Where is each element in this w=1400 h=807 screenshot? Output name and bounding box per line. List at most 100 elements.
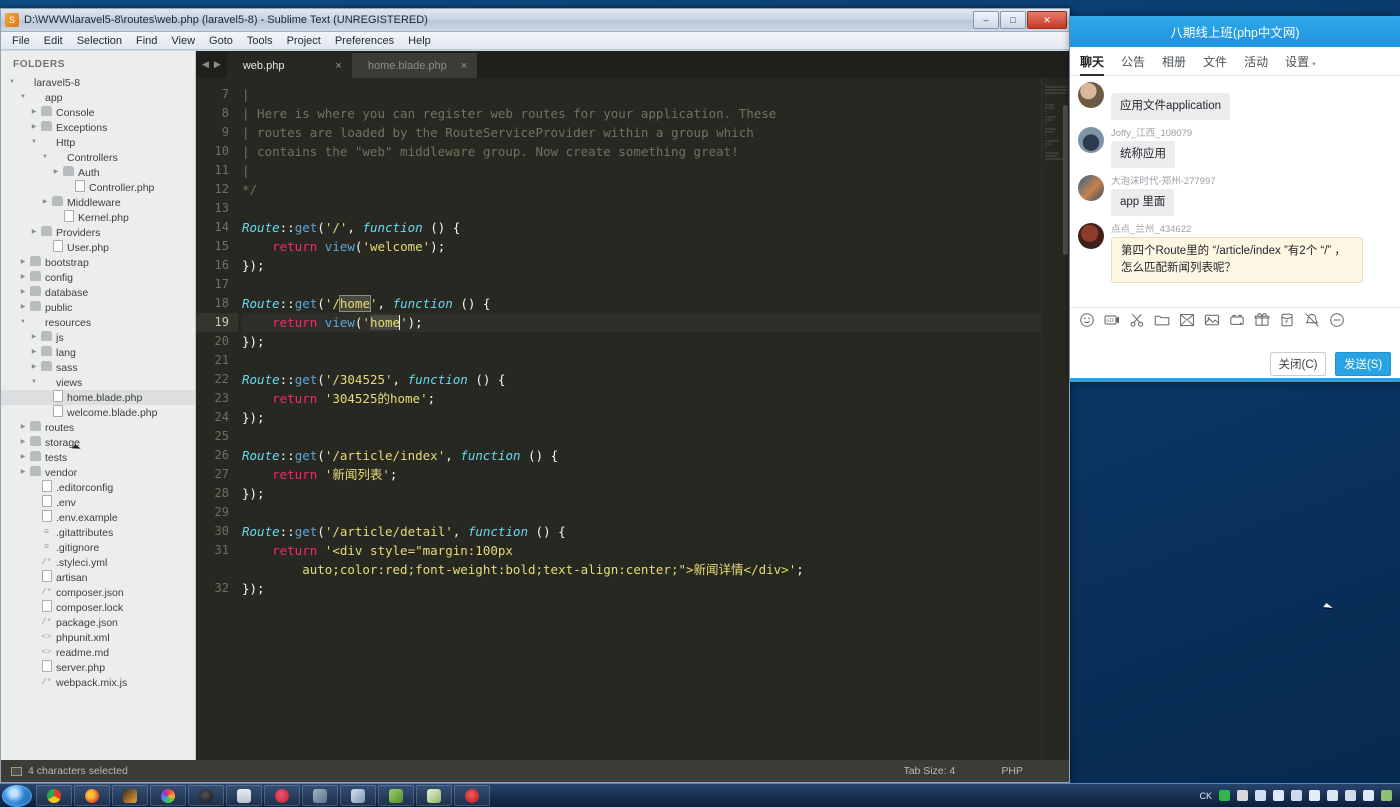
- more-icon[interactable]: [1329, 312, 1345, 328]
- tray-moon-icon[interactable]: [1255, 790, 1266, 801]
- tree-item-server-php[interactable]: server.php: [1, 660, 195, 675]
- tree-item-controller-php[interactable]: Controller.php: [1, 180, 195, 195]
- code-line[interactable]: [242, 351, 1041, 370]
- chevron-right-icon[interactable]: [51, 165, 61, 180]
- menu-item-preferences[interactable]: Preferences: [328, 34, 401, 48]
- tree-item--env[interactable]: .env: [1, 495, 195, 510]
- chevron-down-icon[interactable]: [29, 135, 39, 150]
- code-line[interactable]: [242, 199, 1041, 218]
- tab-close-icon[interactable]: ×: [461, 60, 467, 72]
- status-syntax[interactable]: PHP: [1001, 765, 1023, 777]
- tab-prev-icon[interactable]: ◀: [202, 59, 209, 70]
- code-line[interactable]: });: [242, 256, 1041, 275]
- tree-item-user-php[interactable]: User.php: [1, 240, 195, 255]
- chevron-right-icon[interactable]: [29, 105, 39, 120]
- code-content[interactable]: | | Here is where you can register web ro…: [238, 78, 1041, 760]
- taskbar-qq-icon[interactable]: [340, 785, 376, 806]
- chat-message-list[interactable]: 应用文件applicationJoffy_江西_108079统称应用大泡沫时代-…: [1070, 76, 1400, 306]
- code-line[interactable]: return view('welcome');: [242, 237, 1041, 256]
- minimize-button[interactable]: –: [973, 11, 999, 29]
- system-tray[interactable]: CK: [1199, 790, 1400, 801]
- sidebar-file-tree[interactable]: FOLDERS laravel5-8appConsoleExceptionsHt…: [1, 51, 196, 760]
- close-button[interactable]: ✕: [1027, 11, 1067, 29]
- taskbar-firefox-icon[interactable]: [74, 785, 110, 806]
- code-line[interactable]: [242, 275, 1041, 294]
- taskbar-opera-icon[interactable]: [454, 785, 490, 806]
- start-button[interactable]: [2, 785, 32, 807]
- taskbar-word-icon[interactable]: [302, 785, 338, 806]
- tree-item-resources[interactable]: resources: [1, 315, 195, 330]
- chevron-right-icon[interactable]: [29, 360, 39, 375]
- editor-tab-web-php[interactable]: web.php×: [227, 53, 352, 78]
- code-line[interactable]: Route::get('/304525', function () {: [242, 370, 1041, 389]
- chevron-down-icon[interactable]: ▾: [1312, 61, 1316, 68]
- shake-icon[interactable]: [1229, 312, 1245, 328]
- chevron-down-icon[interactable]: [18, 90, 28, 105]
- tree-item--gitignore[interactable]: ≡.gitignore: [1, 540, 195, 555]
- code-line[interactable]: [242, 427, 1041, 446]
- chevron-right-icon[interactable]: [29, 120, 39, 135]
- taskbar-editor-icon[interactable]: [378, 785, 414, 806]
- editor-scrollbar-thumb[interactable]: [1063, 105, 1068, 255]
- tray-ime-icon[interactable]: [1237, 790, 1248, 801]
- tree-item-http[interactable]: Http: [1, 135, 195, 150]
- chevron-right-icon[interactable]: [18, 465, 28, 480]
- chat-close-button[interactable]: 关闭(C): [1270, 352, 1326, 376]
- chat-tab-5[interactable]: 设置▾: [1285, 47, 1316, 76]
- code-line[interactable]: });: [242, 408, 1041, 427]
- avatar[interactable]: [1078, 127, 1104, 153]
- tab-navigation[interactable]: ◀ ▶: [196, 51, 227, 78]
- chevron-right-icon[interactable]: [29, 345, 39, 360]
- tab-close-icon[interactable]: ×: [335, 60, 341, 72]
- chat-message-bubble[interactable]: app 里面: [1111, 189, 1174, 216]
- tree-item-vendor[interactable]: vendor: [1, 465, 195, 480]
- tree-item-auth[interactable]: Auth: [1, 165, 195, 180]
- code-line[interactable]: Route::get('/article/index', function ()…: [242, 446, 1041, 465]
- scissors-icon[interactable]: [1129, 312, 1145, 328]
- code-line[interactable]: | contains the "web" middleware group. N…: [242, 142, 1041, 161]
- avatar[interactable]: [1078, 82, 1104, 108]
- taskbar-app-list[interactable]: [35, 785, 491, 806]
- tree-item-package-json[interactable]: /*package.json: [1, 615, 195, 630]
- tree-item-webpack-mix-js[interactable]: /*webpack.mix.js: [1, 675, 195, 690]
- tray-screen-icon[interactable]: [1381, 790, 1392, 801]
- code-line[interactable]: | Here is where you can register web rou…: [242, 104, 1041, 123]
- chat-send-button[interactable]: 发送(S): [1335, 352, 1391, 376]
- chevron-right-icon[interactable]: [18, 285, 28, 300]
- status-tab-size[interactable]: Tab Size: 4: [903, 765, 955, 777]
- menu-item-edit[interactable]: Edit: [37, 34, 70, 48]
- tree-item-views[interactable]: views: [1, 375, 195, 390]
- chevron-right-icon[interactable]: [18, 420, 28, 435]
- tray-network-icon[interactable]: [1345, 790, 1356, 801]
- tab-next-icon[interactable]: ▶: [214, 59, 221, 70]
- tree-item-config[interactable]: config: [1, 270, 195, 285]
- tree-item-js[interactable]: js: [1, 330, 195, 345]
- chevron-right-icon[interactable]: [18, 450, 28, 465]
- code-line[interactable]: | routes are loaded by the RouteServiceP…: [242, 123, 1041, 142]
- code-line[interactable]: });: [242, 484, 1041, 503]
- code-line[interactable]: return '新闻列表';: [242, 465, 1041, 484]
- taskbar-doc-icon[interactable]: [226, 785, 262, 806]
- tree-item-exceptions[interactable]: Exceptions: [1, 120, 195, 135]
- chat-message-bubble[interactable]: 统称应用: [1111, 141, 1175, 168]
- tree-item-laravel5-8[interactable]: laravel5-8: [1, 75, 195, 90]
- taskbar-photos-icon[interactable]: [150, 785, 186, 806]
- tree-item-artisan[interactable]: artisan: [1, 570, 195, 585]
- taskbar-black-app-icon[interactable]: [188, 785, 224, 806]
- mute-icon[interactable]: [1304, 312, 1320, 328]
- code-line[interactable]: |: [242, 161, 1041, 180]
- chevron-down-icon[interactable]: [18, 315, 28, 330]
- chat-input-toolbar[interactable]: GIF¥: [1070, 308, 1400, 332]
- tree-item-lang[interactable]: lang: [1, 345, 195, 360]
- avatar[interactable]: [1078, 223, 1104, 249]
- tree-item-database[interactable]: database: [1, 285, 195, 300]
- tray-CK[interactable]: CK: [1199, 791, 1212, 801]
- tray-sogou-icon[interactable]: [1219, 790, 1230, 801]
- tree-item-providers[interactable]: Providers: [1, 225, 195, 240]
- chevron-down-icon[interactable]: [7, 75, 17, 90]
- tray-wrench-icon[interactable]: [1327, 790, 1338, 801]
- taskbar-notepad-icon[interactable]: [416, 785, 452, 806]
- chevron-right-icon[interactable]: [18, 435, 28, 450]
- chat-tab-1[interactable]: 公告: [1121, 47, 1145, 76]
- menu-item-view[interactable]: View: [164, 34, 202, 48]
